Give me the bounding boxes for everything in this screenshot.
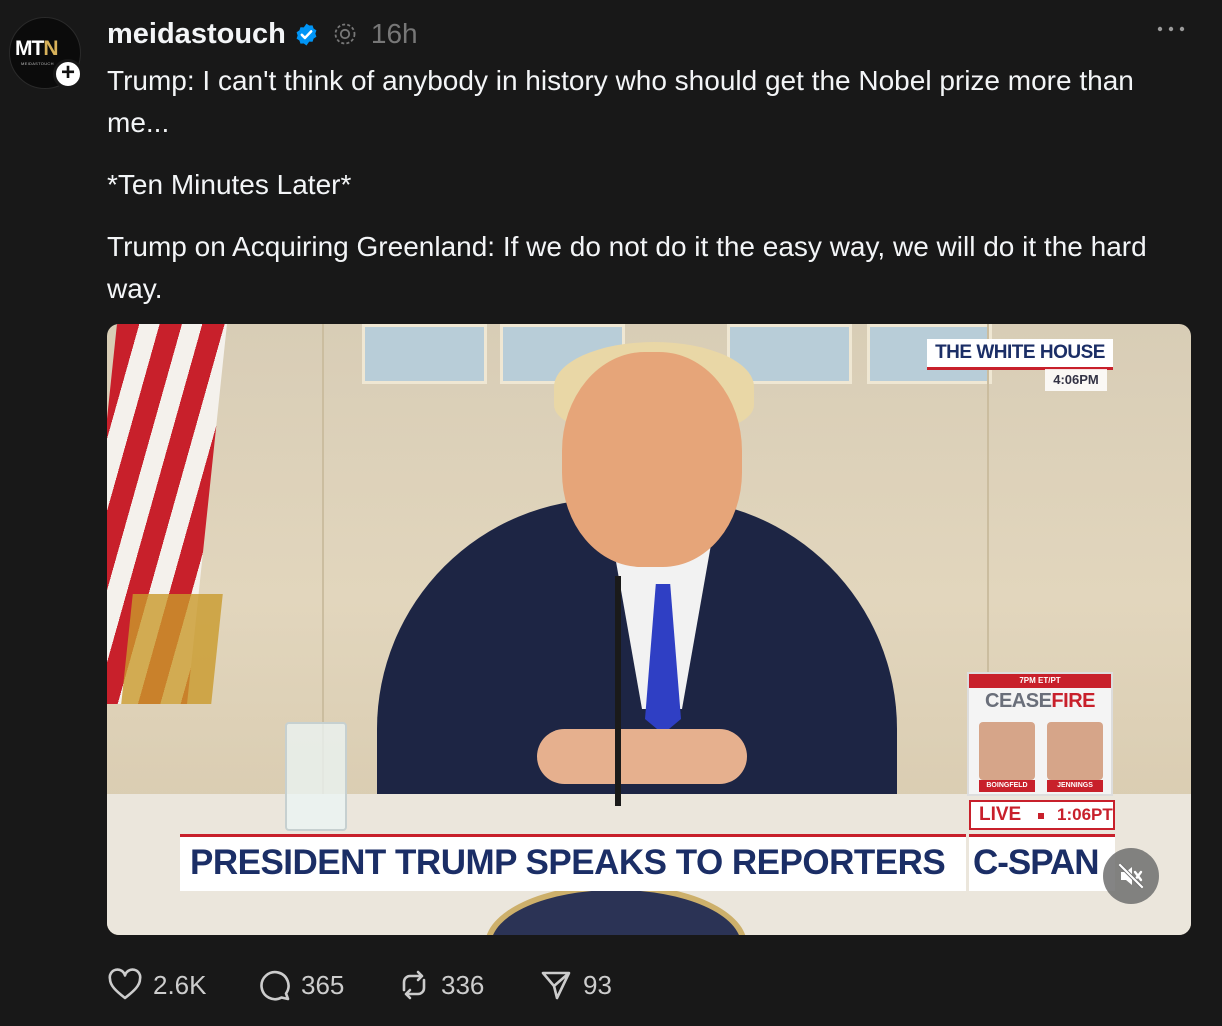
follow-plus-icon[interactable]: + [53,59,83,89]
username[interactable]: meidastouch [107,18,286,51]
post-text-paragraph: Trump on Acquiring Greenland: If we do n… [107,231,1147,304]
flag-fringe [121,594,223,704]
bug-time: 4:06PM [1045,369,1107,391]
share-button[interactable]: 93 [539,964,612,1006]
more-icon[interactable] [1155,20,1187,38]
promo-title: CEASEFIRE [985,690,1095,712]
white-house-bug: THE WHITE HOUSE 4:06PM [927,339,1113,396]
promo-host-name: BOINGFELD [979,780,1035,792]
promo-host-photo [1047,722,1103,780]
like-button[interactable]: 2.6K [107,964,207,1006]
heart-icon [108,968,142,1000]
mute-button[interactable] [1103,848,1159,904]
microphone [615,576,621,806]
share-count: 93 [583,969,612,1000]
lower-third-banner: PRESIDENT TRUMP SPEAKS TO REPORTERS [180,834,966,891]
network-logo: C-SPAN [969,834,1115,891]
post-text-paragraph: *Ten Minutes Later* [107,169,352,200]
promo-host-photo [979,722,1035,780]
comment-icon [260,970,290,1001]
live-label: LIVE [979,804,1022,825]
speaker-hands [537,729,747,784]
avatar-logo-subtitle: MEIDASTOUCH [21,61,54,66]
speaker-face [562,352,742,567]
share-icon [541,971,571,1000]
reply-count: 365 [301,969,345,1000]
promo-time: 7PM ET/PT [969,674,1111,688]
post-header: meidastouch 16h [107,14,418,54]
live-indicator: LIVE 1:06PT [969,800,1115,830]
network-name: C-SPAN [973,843,1100,882]
program-promo: 7PM ET/PT CEASEFIRE BOINGFELD JENNINGS [967,672,1113,796]
post: MTN MEIDASTOUCH + meidastouch 16h Trump:… [0,0,1222,1026]
repost-icon [402,970,426,1000]
verified-badge-icon [296,23,317,45]
post-time: 16h [370,18,418,49]
avatar-logo: MTN [15,37,59,60]
live-time: 1:06PT [1057,805,1113,824]
repost-count: 336 [441,969,485,1000]
lower-third-text: PRESIDENT TRUMP SPEAKS TO REPORTERS [190,843,946,882]
water-glass [285,722,347,831]
mute-icon [1118,863,1144,889]
threads-spin-icon [334,23,356,45]
like-count: 2.6K [153,969,207,1000]
reply-button[interactable]: 365 [257,964,344,1006]
bug-title: THE WHITE HOUSE [927,339,1113,370]
video-player[interactable]: THE WHITE HOUSE 4:06PM 7PM ET/PT CEASEFI… [107,324,1191,935]
live-dot [1038,813,1044,819]
background-window [362,324,487,384]
post-text-paragraph: Trump: I can't think of anybody in histo… [107,65,1134,138]
repost-button[interactable]: 336 [397,964,484,1006]
promo-host-name: JENNINGS [1047,780,1103,792]
